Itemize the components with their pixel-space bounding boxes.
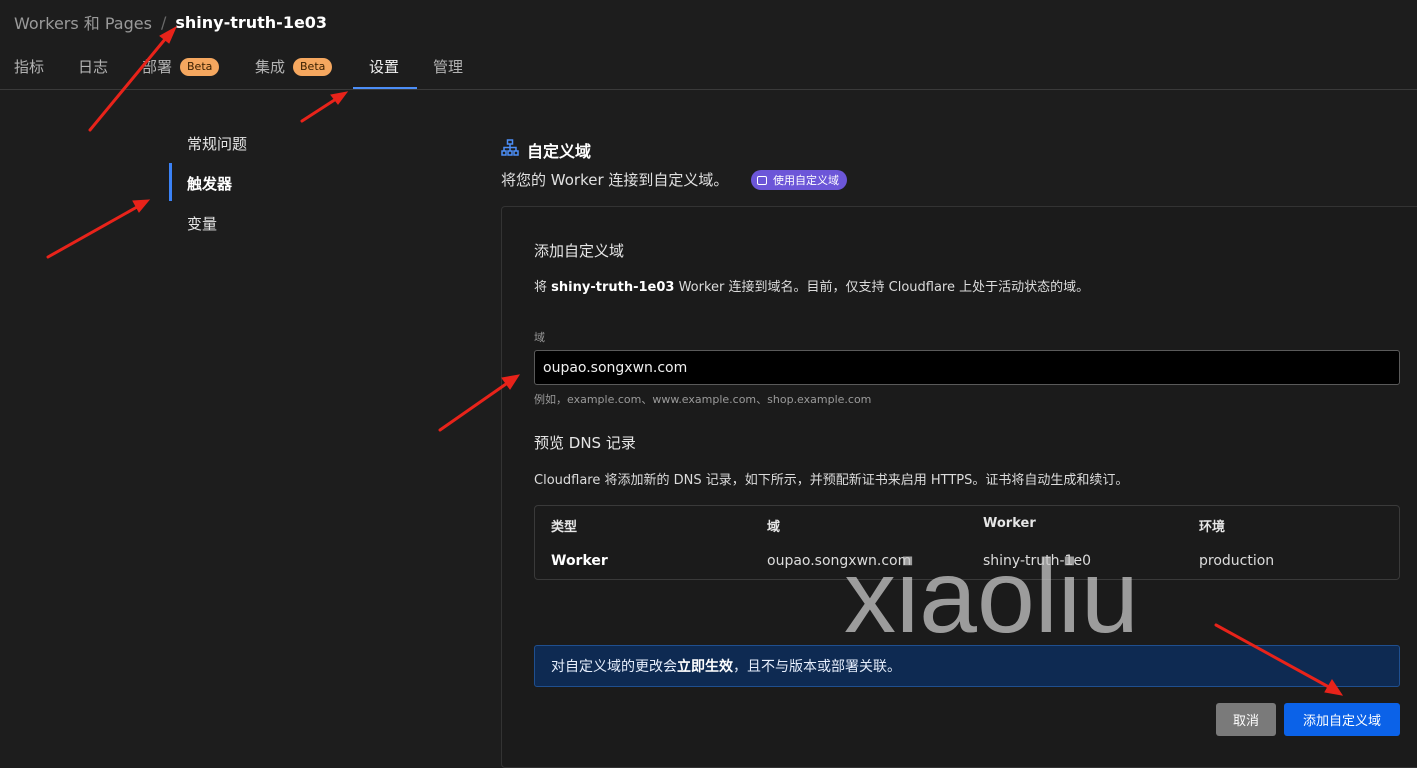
tab-integrations[interactable]: 集成 Beta — [255, 44, 333, 89]
annotation-arrowhead — [132, 199, 151, 213]
pill-label: 使用自定义域 — [773, 174, 839, 187]
column-header: 类型 — [551, 520, 578, 535]
dns-preview-description: Cloudflare 将添加新的 DNS 记录，如下所示，并预配新证书来启用 H… — [534, 473, 1129, 488]
domain-input[interactable] — [534, 350, 1400, 385]
tab-label: 部署 — [142, 58, 173, 76]
sitemap-icon — [501, 139, 519, 161]
desc-worker-name: shiny-truth-1e03 — [551, 280, 675, 295]
breadcrumb: Workers 和 Pages / shiny-truth-1e03 — [14, 10, 327, 34]
breadcrumb-current: shiny-truth-1e03 — [175, 12, 328, 32]
domain-field-label: 域 — [534, 331, 545, 344]
form-title: 添加自定义域 — [534, 242, 625, 260]
table-cell: oupao.songxwn.com — [767, 553, 912, 569]
tab-label: 集成 — [255, 58, 286, 76]
tab-label: 日志 — [78, 58, 109, 76]
tab-label: 管理 — [433, 58, 464, 76]
book-icon — [757, 175, 767, 185]
annotation-arrow — [300, 97, 338, 123]
info-notice: 对自定义域的更改会 立即生效 ，且不与版本或部署关联。 — [534, 645, 1400, 687]
desc-prefix: 将 — [534, 280, 548, 295]
tab-manage[interactable]: 管理 — [433, 44, 463, 89]
table-cell: shiny-truth-1e0 — [983, 553, 1091, 569]
annotation-arrowhead — [330, 91, 349, 105]
dns-record-table: 类型 域 Worker 环境 Worker oupao.songxwn.com … — [534, 505, 1400, 580]
table-cell: production — [1199, 553, 1275, 569]
column-header: Worker — [983, 516, 1036, 531]
dns-preview-title: 预览 DNS 记录 — [534, 434, 636, 452]
tab-logs[interactable]: 日志 — [78, 44, 108, 89]
sidebar-item-general[interactable]: 常规问题 — [187, 133, 247, 154]
tab-metrics[interactable]: 指标 — [14, 44, 44, 89]
column-header: 域 — [767, 520, 781, 535]
section-description: 将您的 Worker 连接到自定义域。 — [501, 171, 729, 189]
sidebar-item-triggers[interactable]: 触发器 — [187, 173, 232, 194]
form-description: 将 shiny-truth-1e03 Worker 连接到域名。目前，仅支持 C… — [534, 276, 1089, 295]
tab-deployments[interactable]: 部署 Beta — [142, 44, 220, 89]
desc-suffix: Worker 连接到域名。目前，仅支持 Cloudflare 上处于活动状态的域… — [678, 280, 1090, 295]
breadcrumb-separator: / — [160, 12, 167, 32]
notice-prefix: 对自定义域的更改会 — [551, 659, 677, 675]
table-cell: Worker — [551, 553, 608, 569]
notice-suffix: ，且不与版本或部署关联。 — [733, 659, 901, 675]
add-custom-domain-button[interactable]: 添加自定义域 — [1284, 703, 1400, 736]
section-title: 自定义域 — [527, 142, 592, 161]
beta-badge: Beta — [293, 57, 333, 76]
notice-bold: 立即生效 — [677, 659, 733, 675]
breadcrumb-parent-link[interactable]: Workers 和 Pages — [14, 10, 152, 34]
tab-label: 设置 — [369, 58, 400, 76]
tab-settings[interactable]: 设置 — [369, 44, 399, 89]
column-header: 环境 — [1199, 520, 1226, 535]
tab-bar: 指标 日志 部署 Beta 集成 Beta 设置 管理 — [0, 44, 1417, 90]
cancel-button[interactable]: 取消 — [1216, 703, 1276, 736]
active-tab-indicator — [353, 87, 417, 89]
sidebar-item-variables[interactable]: 变量 — [187, 213, 217, 234]
annotation-arrow — [46, 205, 139, 259]
beta-badge: Beta — [180, 57, 220, 76]
use-custom-domain-link[interactable]: 使用自定义域 — [751, 170, 847, 190]
annotation-arrow — [438, 382, 508, 432]
sidebar-active-indicator — [169, 163, 172, 201]
tab-label: 指标 — [14, 58, 45, 76]
section-header: 自定义域 — [501, 138, 591, 162]
domain-field-hint: 例如，example.com、www.example.com、shop.exam… — [534, 393, 872, 406]
